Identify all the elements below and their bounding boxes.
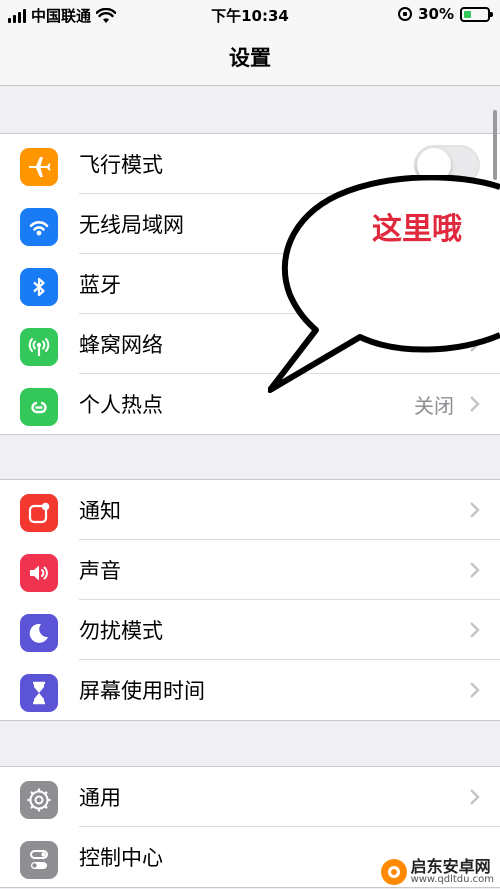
row-label: 蓝牙 <box>79 273 121 297</box>
airplane-mode-toggle[interactable] <box>414 145 480 185</box>
row-label: 通用 <box>79 786 121 810</box>
battery-percent: 30% <box>418 5 454 23</box>
row-label: 屏幕使用时间 <box>79 679 205 703</box>
chevron-right-icon <box>470 789 480 805</box>
scrollbar[interactable] <box>493 110 497 180</box>
chevron-right-icon <box>470 216 480 232</box>
row-airplane-mode: 飞行模式 <box>0 134 500 194</box>
row-general[interactable]: 通用 <box>0 767 500 827</box>
row-value: 未连接 <box>394 273 454 298</box>
row-notifications[interactable]: 通知 <box>0 480 500 540</box>
hourglass-icon <box>20 674 58 712</box>
row-cellular[interactable]: 蜂窝网络 <box>0 314 500 374</box>
row-label: 蜂窝网络 <box>79 333 163 357</box>
hotspot-icon <box>20 388 58 426</box>
watermark: 启东安卓网 www.qdltdu.com <box>380 857 494 885</box>
nav-bar: 设置 <box>0 30 500 86</box>
sound-icon <box>20 554 58 592</box>
chevron-right-icon <box>470 622 480 638</box>
moon-icon <box>20 614 58 652</box>
chevron-right-icon <box>470 502 480 518</box>
row-sounds[interactable]: 声音 <box>0 540 500 600</box>
watermark-title: 启东安卓网 <box>410 857 491 876</box>
chevron-right-icon <box>470 562 480 578</box>
chevron-right-icon <box>470 336 480 352</box>
airplane-icon <box>20 148 58 186</box>
rotation-lock-icon <box>398 7 413 21</box>
annotation-text: 这里哦 <box>372 212 462 247</box>
watermark-url: www.qdltdu.com <box>410 874 494 885</box>
row-label: 通知 <box>79 499 121 523</box>
gear-icon <box>20 781 58 819</box>
chevron-right-icon <box>470 396 480 412</box>
chevron-right-icon <box>470 682 480 698</box>
page-title: 设置 <box>229 46 271 70</box>
battery-icon <box>460 6 493 22</box>
cellular-icon <box>20 328 58 366</box>
row-label: 飞行模式 <box>79 153 163 177</box>
row-label: 勿扰模式 <box>79 619 163 643</box>
bluetooth-icon <box>20 268 58 306</box>
chevron-right-icon <box>470 276 480 292</box>
row-label: 无线局域网 <box>79 213 184 237</box>
row-personal-hotspot[interactable]: 个人热点 关闭 <box>0 374 500 434</box>
settings-group-notifications: 通知 声音 勿扰模式 屏幕使用时间 <box>0 479 500 721</box>
wifi-icon <box>20 208 58 246</box>
row-label: 个人热点 <box>79 393 163 417</box>
watermark-logo-icon <box>380 859 407 885</box>
notification-icon <box>20 494 58 532</box>
status-bar: 中国联通 下午10:34 30% <box>0 0 500 30</box>
row-bluetooth[interactable]: 蓝牙 未连接 <box>0 254 500 314</box>
settings-group-connectivity: 飞行模式 无线局域网 蓝牙 未连接 蜂窝网络 个人热点 关闭 <box>0 133 500 435</box>
row-value: 关闭 <box>414 393 454 418</box>
switches-icon <box>20 841 58 879</box>
row-label: 控制中心 <box>79 846 163 870</box>
row-label: 声音 <box>79 559 121 583</box>
row-do-not-disturb[interactable]: 勿扰模式 <box>0 600 500 660</box>
row-screen-time[interactable]: 屏幕使用时间 <box>0 660 500 720</box>
